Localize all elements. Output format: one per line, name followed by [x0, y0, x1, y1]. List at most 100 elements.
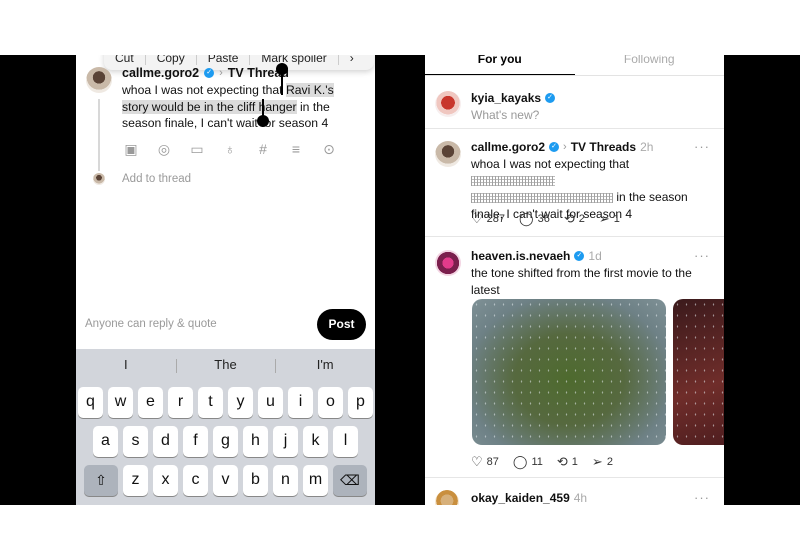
suggestion-bar: I The I'm	[76, 349, 375, 379]
compose-username: kyia_kayaks ✓	[471, 91, 556, 105]
menu-copy[interactable]: Copy	[146, 55, 197, 65]
tab-for-you[interactable]: For you	[425, 55, 575, 75]
share-button[interactable]: ➢ 2	[592, 454, 613, 470]
reply-count: 36	[537, 213, 550, 225]
menu-paste[interactable]: Paste	[197, 55, 251, 65]
key-o[interactable]: o	[318, 387, 343, 418]
menu-cut[interactable]: Cut	[104, 55, 146, 65]
key-l[interactable]: l	[333, 426, 358, 457]
share-button[interactable]: ➢ 1	[599, 211, 620, 227]
backspace-key-icon[interactable]: ⌫	[333, 465, 367, 496]
reply-button[interactable]: ◯ 36	[519, 211, 550, 227]
key-r[interactable]: r	[168, 387, 193, 418]
like-count: 87	[486, 456, 499, 468]
username[interactable]: heaven.is.nevaeh	[471, 249, 570, 263]
suggestion-2[interactable]: The	[175, 357, 276, 373]
camera-icon[interactable]: ◎	[155, 141, 173, 158]
key-a[interactable]: a	[93, 426, 118, 457]
key-f[interactable]: f	[183, 426, 208, 457]
key-b[interactable]: b	[243, 465, 268, 496]
suggestion-3[interactable]: I'm	[275, 357, 375, 373]
divider	[425, 236, 724, 237]
avatar	[435, 91, 461, 117]
tab-following[interactable]: Following	[575, 55, 725, 75]
attachment-toolbar: ▣ ◎ ▭ ♁ # ≡ ⊙	[122, 141, 338, 158]
key-h[interactable]: h	[243, 426, 268, 457]
more-options-icon[interactable]: ···	[694, 248, 710, 263]
key-k[interactable]: k	[303, 426, 328, 457]
username[interactable]: okay_kaiden_459	[471, 491, 570, 505]
key-e[interactable]: e	[138, 387, 163, 418]
post-image[interactable]	[472, 299, 666, 445]
topic-tag[interactable]: TV Threads	[571, 140, 636, 154]
key-d[interactable]: d	[153, 426, 178, 457]
post-header: okay_kaiden_459 4h	[471, 491, 587, 505]
avatar[interactable]	[435, 490, 459, 505]
repost-icon: ⟲	[563, 211, 575, 226]
share-count: 1	[613, 213, 620, 225]
key-t[interactable]: t	[198, 387, 223, 418]
key-z[interactable]: z	[123, 465, 148, 496]
reply-setting[interactable]: Anyone can reply & quote	[85, 318, 217, 330]
key-m[interactable]: m	[303, 465, 328, 496]
key-n[interactable]: n	[273, 465, 298, 496]
key-x[interactable]: x	[153, 465, 178, 496]
key-p[interactable]: p	[348, 387, 373, 418]
key-g[interactable]: g	[213, 426, 238, 457]
avatar	[86, 67, 112, 93]
selection-start-handle[interactable]	[276, 63, 288, 95]
like-button[interactable]: ♡ 87	[471, 454, 499, 470]
post-time: 1d	[588, 249, 602, 263]
key-y[interactable]: y	[228, 387, 253, 418]
hashtag-icon[interactable]: #	[254, 141, 272, 158]
post-actions: ♡ 87 ◯ 11 ⟲ 1 ➢ 2	[471, 454, 613, 470]
comment-icon: ◯	[512, 454, 528, 469]
gif-icon[interactable]: ▭	[188, 141, 206, 158]
shift-key-icon[interactable]: ⇧	[84, 465, 118, 496]
key-u[interactable]: u	[258, 387, 283, 418]
keyboard: I The I'm q w e r t y u i o p a s d f g …	[76, 349, 375, 505]
key-i[interactable]: i	[288, 387, 313, 418]
reply-button[interactable]: ◯ 11	[513, 454, 543, 470]
key-w[interactable]: w	[108, 387, 133, 418]
key-q[interactable]: q	[78, 387, 103, 418]
feed-tabs: For you Following	[425, 55, 724, 76]
image-icon[interactable]: ▣	[122, 141, 140, 158]
key-j[interactable]: j	[273, 426, 298, 457]
selection-end-handle[interactable]	[257, 99, 269, 127]
key-s[interactable]: s	[123, 426, 148, 457]
post-text-field[interactable]: whoa I was not expecting that Ravi K.'s …	[122, 82, 362, 132]
menu-mark-spoiler[interactable]: Mark spoiler	[250, 55, 339, 65]
post-button[interactable]: Post	[317, 309, 366, 340]
suggestion-1[interactable]: I	[76, 357, 176, 372]
spoiler-blur[interactable]	[471, 192, 613, 203]
post-image-next[interactable]	[673, 299, 724, 445]
username: callme.goro2	[122, 66, 200, 80]
key-v[interactable]: v	[213, 465, 238, 496]
repost-button[interactable]: ⟲ 1	[557, 454, 578, 470]
avatar[interactable]	[435, 141, 461, 167]
repost-button[interactable]: ⟲ 2	[564, 211, 585, 227]
composer-screen: Cut Copy Paste Mark spoiler › callme.gor…	[76, 55, 375, 505]
avatar[interactable]	[435, 250, 461, 276]
more-options-icon[interactable]: ···	[694, 139, 710, 154]
chevron-right-icon: ›	[219, 67, 223, 79]
chevron-right-icon: ›	[563, 141, 567, 153]
list-icon[interactable]: ≡	[287, 141, 305, 158]
key-c[interactable]: c	[183, 465, 208, 496]
post-text: the tone shifted from the first movie to…	[471, 266, 692, 297]
image-texture	[673, 299, 724, 445]
location-icon[interactable]: ⊙	[320, 141, 338, 158]
verified-icon: ✓	[574, 251, 585, 261]
spoiler-blur[interactable]	[471, 176, 555, 187]
menu-more[interactable]: ›	[339, 55, 365, 65]
mic-icon[interactable]: ♁	[221, 141, 239, 158]
add-to-thread[interactable]: Add to thread	[122, 173, 191, 185]
divider	[425, 128, 724, 129]
image-texture	[472, 299, 666, 445]
feed-screen: For you Following kyia_kayaks ✓ What's n…	[425, 55, 724, 505]
like-button[interactable]: ♡ 287	[471, 211, 505, 227]
more-options-icon[interactable]: ···	[694, 490, 710, 505]
username[interactable]: callme.goro2	[471, 140, 545, 154]
compose-placeholder[interactable]: What's new?	[471, 108, 539, 122]
